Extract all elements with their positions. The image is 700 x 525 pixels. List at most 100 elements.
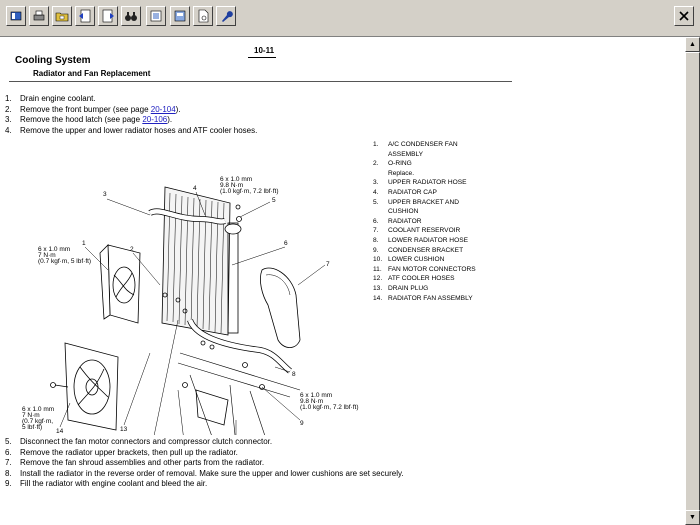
torque-spec: (1.0 kgf·m, 7.2 lbf·ft) xyxy=(300,404,359,411)
close-icon xyxy=(679,11,689,21)
legend-item: 7. COOLANT RESERVOIR xyxy=(373,226,476,236)
vertical-scrollbar[interactable]: ▲ ▼ xyxy=(685,37,700,525)
callout-7: 7 xyxy=(326,261,330,268)
legend-number: 7. xyxy=(373,227,379,235)
legend-label: A/C CONDENSER FAN xyxy=(388,141,458,148)
torque-spec: (0.7 kgf·m, 5 lbf·ft) xyxy=(38,258,91,265)
radiator-diagram: 6 x 1.0 mm 9.8 N·m (1.0 kgf·m, 7.2 lbf·f… xyxy=(22,176,359,435)
step-item: 5. Disconnect the fan motor connectors an… xyxy=(5,437,404,448)
legend-item: 4. RADIATOR CAP xyxy=(373,188,476,198)
page-link[interactable]: 20-104 xyxy=(151,105,176,114)
legend-label: CONDENSER BRACKET xyxy=(388,246,464,254)
page-icon[interactable] xyxy=(193,6,213,26)
callout-13: 13 xyxy=(120,426,128,433)
step-text: Remove the hood latch (see page xyxy=(20,115,143,124)
close-button[interactable] xyxy=(674,6,694,26)
step-number: 7. xyxy=(5,458,12,467)
legend-label: RADIATOR CAP xyxy=(388,188,437,196)
legend-label: ATF COOLER HOSES xyxy=(388,275,455,283)
legend-label: ASSEMBLY xyxy=(388,150,424,158)
legend-number: 10. xyxy=(373,256,383,264)
scroll-up-button[interactable]: ▲ xyxy=(685,37,700,52)
legend-number: 8. xyxy=(373,236,379,244)
legend-label: O-RING xyxy=(388,160,412,168)
step-text-suffix: ). xyxy=(167,115,173,124)
scroll-thumb[interactable] xyxy=(685,52,700,512)
step-number: 9. xyxy=(5,479,12,488)
legend-label: DRAIN PLUG xyxy=(388,284,429,292)
callout-2: 2 xyxy=(130,246,134,253)
torque-spec-right: 6 x 1.0 mm 9.8 N·m (1.0 kgf·m, 7.2 lbf·f… xyxy=(300,392,359,411)
print-icon[interactable] xyxy=(29,6,49,26)
legend-number: 11. xyxy=(373,265,382,273)
title-divider xyxy=(9,81,512,82)
step-item: 6. Remove the radiator upper brackets, th… xyxy=(5,448,404,459)
step-number: 6. xyxy=(5,447,12,457)
page-number: 10-11 xyxy=(254,46,275,55)
legend-label: RADIATOR xyxy=(388,217,422,225)
toolbar xyxy=(0,0,700,37)
bookmark-icon[interactable] xyxy=(170,6,190,26)
legend-label: LOWER CUSHION xyxy=(388,256,445,264)
notepad-icon[interactable] xyxy=(146,6,166,26)
torque-spec: 5 lbf·ft) xyxy=(22,424,42,431)
legend-number: 4. xyxy=(373,188,379,196)
binoculars-icon[interactable] xyxy=(121,6,141,26)
legend-item: 13. DRAIN PLUG xyxy=(373,284,476,294)
document-page: 10-11 Cooling System Radiator and Fan Re… xyxy=(0,37,685,525)
legend-number: 6. xyxy=(373,217,379,225)
step-item: 1. Drain engine coolant. xyxy=(5,94,257,105)
scroll-down-button[interactable]: ▼ xyxy=(685,510,700,525)
page-link[interactable]: 20-106 xyxy=(142,115,167,124)
step-text: Remove the front bumper (see page xyxy=(20,104,151,114)
legend-item: 11. FAN MOTOR CONNECTORS xyxy=(373,265,476,275)
step-item: 9. Fill the radiator with engine coolant … xyxy=(5,479,404,490)
torque-spec: (1.0 kgf·m, 7.2 lbf·ft) xyxy=(220,188,279,195)
legend-number: 14. xyxy=(373,294,383,302)
legend-number: 2. xyxy=(373,160,379,168)
step-number: 3. xyxy=(5,115,12,124)
legend-number: 9. xyxy=(373,246,379,254)
legend-item: 10. LOWER CUSHION xyxy=(373,255,476,265)
legend-number: 1. xyxy=(373,141,379,148)
legend-item: 5. UPPER BRACKET AND CUSHION xyxy=(373,198,476,217)
callout-9: 9 xyxy=(300,420,304,427)
forward-icon[interactable] xyxy=(98,6,118,26)
callout-14: 14 xyxy=(56,428,64,435)
callout-8: 8 xyxy=(292,371,296,378)
step-text: Install the radiator in the reverse orde… xyxy=(20,468,404,478)
torque-spec-top: 6 x 1.0 mm 9.8 N·m (1.0 kgf·m, 7.2 lbf·f… xyxy=(220,176,279,195)
step-text: Remove the radiator upper brackets, then… xyxy=(20,447,238,457)
step-item: 8. Install the radiator in the reverse or… xyxy=(5,469,404,480)
steps-list-top: 1. Drain engine coolant. 2. Remove the fron… xyxy=(5,94,257,136)
legend-number: 3. xyxy=(373,179,379,187)
step-text: Disconnect the fan motor connectors and … xyxy=(20,437,273,446)
wrench-icon[interactable] xyxy=(216,6,236,26)
legend-item: 6. RADIATOR xyxy=(373,217,476,227)
legend-number: 5. xyxy=(373,198,379,206)
legend-item: 9. CONDENSER BRACKET xyxy=(373,246,476,256)
step-item: 3. Remove the hood latch (see page 20-106… xyxy=(5,115,257,126)
divider xyxy=(248,57,276,58)
legend-label: UPPER BRACKET AND xyxy=(388,198,459,206)
legend-item: 1. A/C CONDENSER FAN ASSEMBLY xyxy=(373,140,476,159)
step-text: Remove the fan shroud assemblies and oth… xyxy=(20,458,265,467)
legend-item: 8. LOWER RADIATOR HOSE xyxy=(373,236,476,246)
parts-legend: 1. A/C CONDENSER FAN ASSEMBLY 2. O-RING Repla… xyxy=(373,140,476,303)
book-icon[interactable] xyxy=(6,6,26,26)
callout-1: 1 xyxy=(82,240,86,247)
step-text: Remove the upper and lower radiator hose… xyxy=(20,125,258,135)
folder-icon[interactable] xyxy=(52,6,72,26)
legend-label: CUSHION xyxy=(388,208,419,216)
step-number: 2. xyxy=(5,104,12,114)
step-item: 2. Remove the front bumper (see page 20-1… xyxy=(5,105,257,116)
page-title: Cooling System xyxy=(15,55,91,66)
legend-label: RADIATOR FAN ASSEMBLY xyxy=(388,294,473,302)
step-number: 8. xyxy=(5,468,12,478)
step-number: 1. xyxy=(5,94,12,103)
step-number: 5. xyxy=(5,437,12,446)
back-icon[interactable] xyxy=(75,6,95,26)
legend-label: FAN MOTOR CONNECTORS xyxy=(388,265,476,273)
legend-number: 12. xyxy=(373,275,383,283)
callout-4: 4 xyxy=(193,185,197,192)
